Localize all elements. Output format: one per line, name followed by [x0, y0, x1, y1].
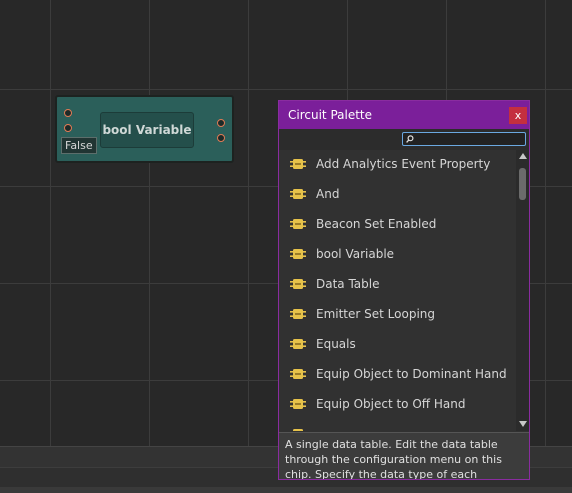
chip-icon: [290, 309, 306, 319]
list-item[interactable]: Emitter Set Looping: [279, 300, 516, 330]
list-item-label: Equip Object to Dominant Hand: [316, 367, 507, 381]
scroll-thumb[interactable]: [519, 168, 526, 200]
chip-icon: [293, 429, 303, 431]
list-item[interactable]: Add Analytics Event Property: [279, 150, 516, 180]
output-port-2[interactable]: [217, 134, 225, 142]
input-port-2[interactable]: [64, 124, 72, 132]
palette-list: Add Analytics Event Property And Beacon …: [279, 150, 516, 431]
list-item-label: Beacon Set Enabled: [316, 217, 437, 231]
chip-false-value[interactable]: False: [61, 137, 97, 154]
scroll-up-arrow-icon[interactable]: [519, 153, 527, 159]
item-description: A single data table. Edit the data table…: [279, 432, 529, 479]
search-box[interactable]: [402, 132, 526, 146]
list-item[interactable]: Data Table: [279, 270, 516, 300]
palette-header[interactable]: Circuit Palette x: [279, 101, 529, 129]
list-item-label: Data Table: [316, 277, 380, 291]
chip-icon: [290, 279, 306, 289]
scroll-down-arrow-icon[interactable]: [519, 421, 527, 427]
search-icon: [406, 135, 414, 143]
chip-icon: [290, 219, 306, 229]
list-item-partial[interactable]: [279, 420, 516, 431]
chip-icon: [290, 249, 306, 259]
close-button[interactable]: x: [509, 107, 527, 124]
input-port-1[interactable]: [64, 109, 72, 117]
list-item-label: bool Variable: [316, 247, 395, 261]
list-item-label: Emitter Set Looping: [316, 307, 435, 321]
list-item[interactable]: Beacon Set Enabled: [279, 210, 516, 240]
list-item-label: Equals: [316, 337, 356, 351]
chip-icon: [290, 369, 306, 379]
search-row: [279, 129, 529, 150]
bool-variable-chip[interactable]: bool Variable False: [55, 95, 234, 163]
chip-title: bool Variable: [100, 112, 194, 148]
list-item-label: And: [316, 187, 340, 201]
output-port-1[interactable]: [217, 119, 225, 127]
list-item[interactable]: And: [279, 180, 516, 210]
palette-scrollbar[interactable]: [516, 150, 529, 431]
list-item[interactable]: bool Variable: [279, 240, 516, 270]
list-item[interactable]: Equals: [279, 330, 516, 360]
list-item[interactable]: Equip Object to Off Hand: [279, 390, 516, 420]
chip-icon: [290, 159, 306, 169]
list-item-label: Equip Object to Off Hand: [316, 397, 466, 411]
search-input[interactable]: [414, 133, 516, 145]
list-item[interactable]: Equip Object to Dominant Hand: [279, 360, 516, 390]
chip-icon: [290, 399, 306, 409]
bottom-panel-edge: [0, 487, 572, 493]
chip-icon: [290, 339, 306, 349]
palette-title: Circuit Palette: [288, 108, 372, 122]
circuit-palette-window: Circuit Palette x Add Analytics Event Pr…: [278, 100, 530, 480]
list-item-label: Add Analytics Event Property: [316, 157, 491, 171]
chip-icon: [290, 189, 306, 199]
